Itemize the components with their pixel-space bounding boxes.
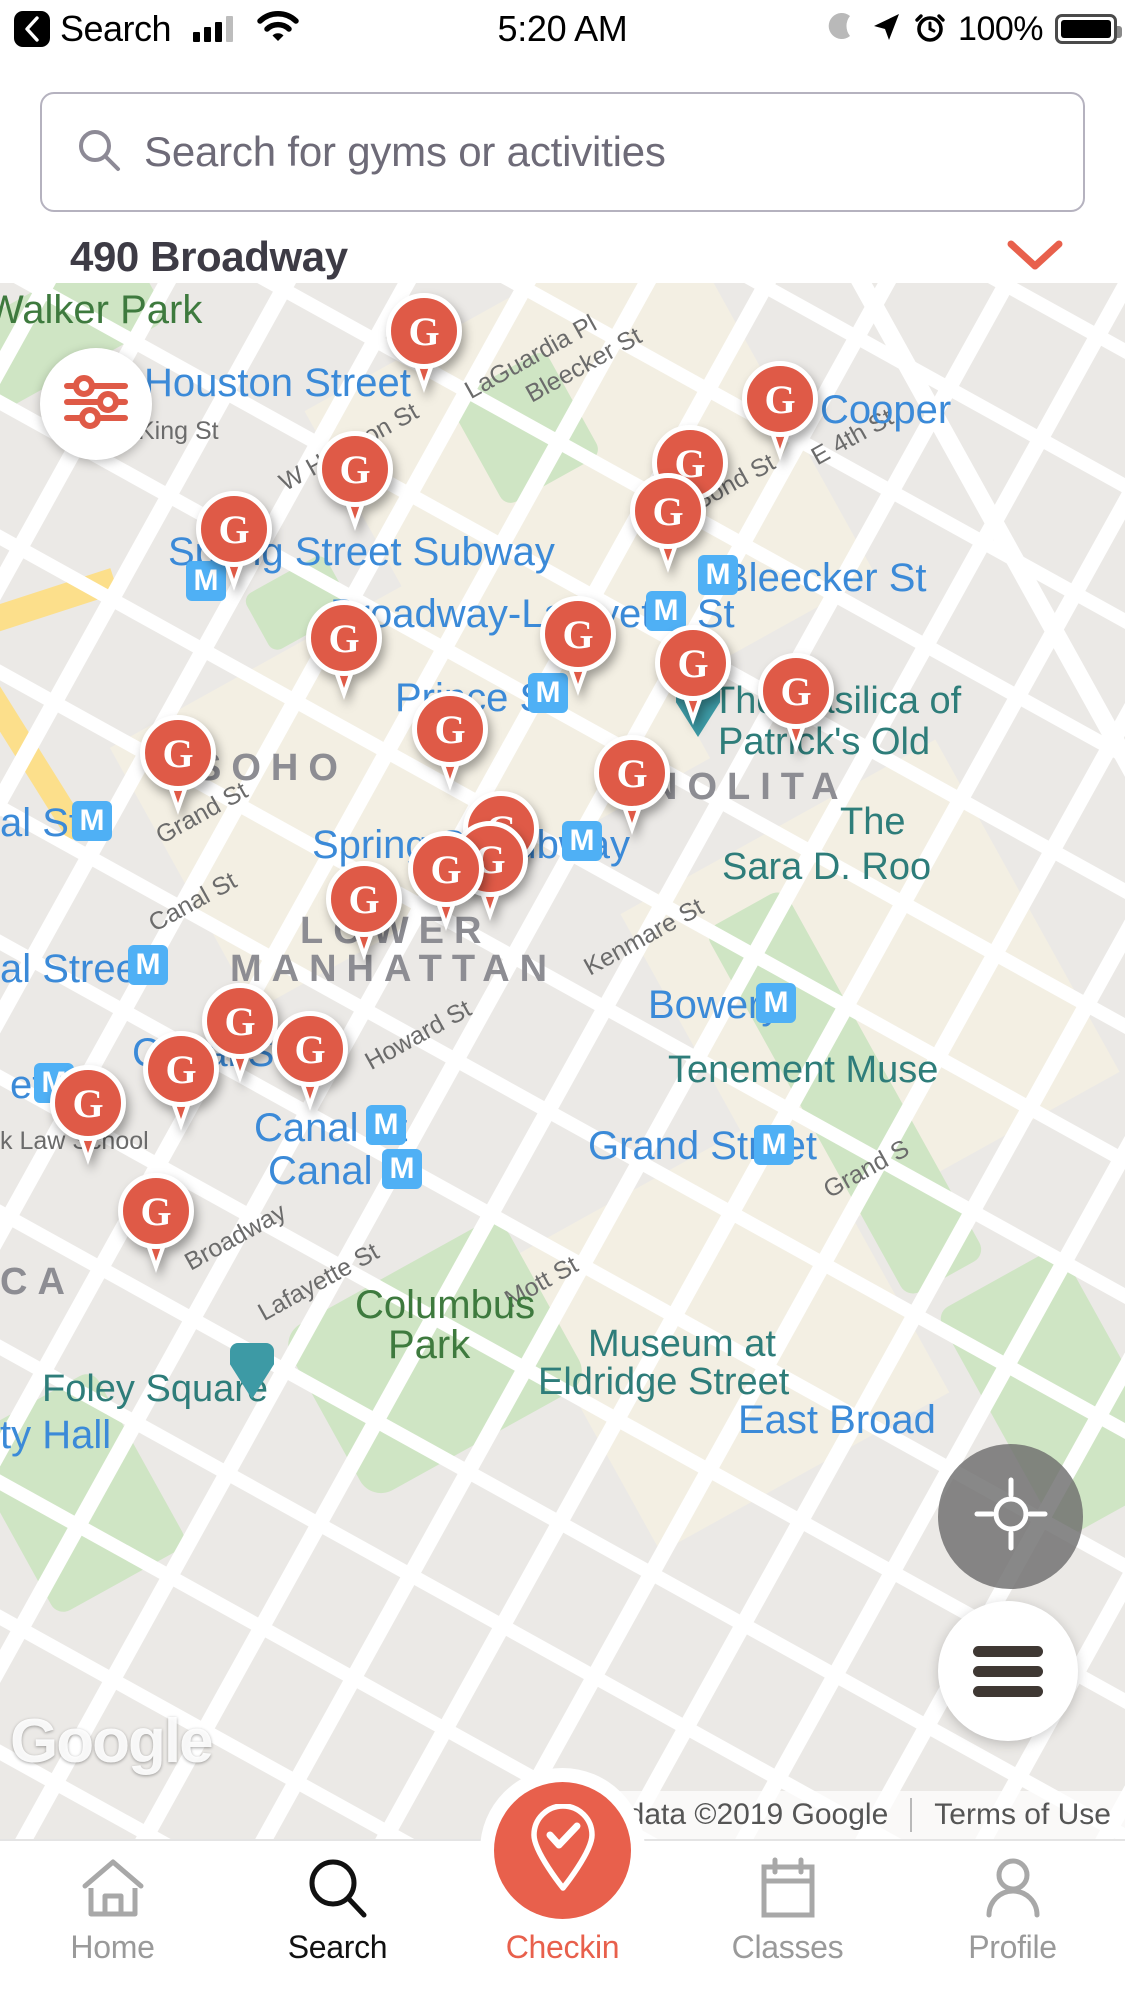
- pin-head: G: [306, 600, 382, 676]
- pin-head: G: [742, 361, 818, 437]
- pin-head: G: [412, 691, 488, 767]
- map-gym-pin[interactable]: G: [655, 625, 731, 725]
- pin-head: G: [630, 473, 706, 549]
- calendar-icon: [758, 1857, 818, 1919]
- pin-head: G: [143, 1031, 219, 1107]
- map-gym-pin[interactable]: G: [758, 653, 834, 753]
- person-icon: [983, 1857, 1043, 1919]
- pin-head: G: [408, 831, 484, 907]
- google-watermark: Google: [10, 1707, 214, 1776]
- chevron-down-icon[interactable]: [1007, 239, 1063, 276]
- search-placeholder: Search for gyms or activities: [144, 128, 666, 175]
- pin-head: G: [272, 1011, 348, 1087]
- terms-of-use-link[interactable]: Terms of Use: [934, 1798, 1111, 1832]
- map-locate-button[interactable]: [938, 1444, 1083, 1589]
- subway-station-icon: M: [366, 1105, 406, 1145]
- pin-head: G: [655, 625, 731, 701]
- status-bar-right: 100%: [828, 9, 1122, 49]
- tab-checkin-label: Checkin: [505, 1929, 620, 1965]
- map-gym-pin[interactable]: G: [412, 691, 488, 791]
- subway-station-icon: M: [756, 983, 796, 1023]
- map-pin-check-icon: [526, 1803, 600, 1897]
- subway-station-icon: M: [382, 1149, 422, 1189]
- do-not-disturb-moon-icon: [828, 10, 858, 49]
- pin-head: G: [594, 735, 670, 811]
- tab-profile[interactable]: Profile: [900, 1841, 1125, 2001]
- alarm-clock-icon: [914, 10, 946, 49]
- map-gym-pin[interactable]: G: [50, 1065, 126, 1165]
- search-icon: [307, 1857, 369, 1919]
- map-list-toggle-button[interactable]: [938, 1601, 1078, 1741]
- map-canvas: Walker ParkHouston StreetW Houston StKin…: [0, 283, 1125, 1839]
- checkin-fab-button[interactable]: [494, 1782, 631, 1919]
- tab-classes[interactable]: Classes: [675, 1841, 900, 2001]
- status-bar: Search 5:20 AM 100%: [0, 0, 1125, 58]
- pin-head: G: [118, 1173, 194, 1249]
- search-icon: [76, 127, 122, 178]
- location-selector[interactable]: 490 Broadway: [0, 222, 1125, 292]
- map-gym-pin[interactable]: G: [594, 735, 670, 835]
- pin-head: G: [317, 431, 393, 507]
- map-gym-pin[interactable]: G: [140, 715, 216, 815]
- map-gym-pin[interactable]: G: [386, 293, 462, 393]
- sliders-filter-icon: [64, 374, 128, 434]
- map-filter-button[interactable]: [40, 348, 152, 460]
- current-address-label: 490 Broadway: [70, 233, 348, 280]
- map-gym-pin[interactable]: G: [143, 1031, 219, 1131]
- tab-search-label: Search: [287, 1929, 388, 1965]
- search-input[interactable]: Search for gyms or activities: [40, 92, 1085, 212]
- pin-head: G: [196, 491, 272, 567]
- pin-head: G: [540, 596, 616, 672]
- attribution-divider: [910, 1798, 913, 1832]
- tab-search[interactable]: Search: [225, 1841, 450, 2001]
- map-gym-pin[interactable]: G: [742, 361, 818, 461]
- subway-station-icon: M: [128, 945, 168, 985]
- hamburger-list-icon: [973, 1637, 1043, 1706]
- pin-head: G: [758, 653, 834, 729]
- tab-home-label: Home: [70, 1929, 155, 1965]
- pin-head: G: [386, 293, 462, 369]
- crosshair-locate-icon: [974, 1477, 1048, 1556]
- map-gym-pin[interactable]: G: [317, 431, 393, 531]
- map-gym-pin[interactable]: G: [630, 473, 706, 573]
- pin-head: G: [140, 715, 216, 791]
- map-gym-pin[interactable]: G: [326, 861, 402, 961]
- map-gym-pin[interactable]: G: [272, 1011, 348, 1111]
- tab-classes-label: Classes: [731, 1929, 844, 1965]
- battery-full-icon: [1055, 14, 1122, 44]
- subway-station-icon: M: [754, 1125, 794, 1165]
- map-view[interactable]: Walker ParkHouston StreetW Houston StKin…: [0, 283, 1125, 1839]
- map-gym-pin[interactable]: G: [196, 491, 272, 591]
- location-arrow-icon: [870, 10, 902, 49]
- home-icon: [80, 1857, 146, 1919]
- pin-head: G: [50, 1065, 126, 1141]
- pin-head: G: [326, 861, 402, 937]
- tab-home[interactable]: Home: [0, 1841, 225, 2001]
- map-gym-pin[interactable]: G: [306, 600, 382, 700]
- tab-profile-label: Profile: [968, 1929, 1057, 1965]
- battery-percent-label: 100%: [958, 9, 1043, 48]
- map-gym-pin[interactable]: G: [118, 1173, 194, 1273]
- map-gym-pin[interactable]: G: [540, 596, 616, 696]
- subway-station-icon: M: [72, 801, 112, 841]
- map-gym-pin[interactable]: G: [408, 831, 484, 931]
